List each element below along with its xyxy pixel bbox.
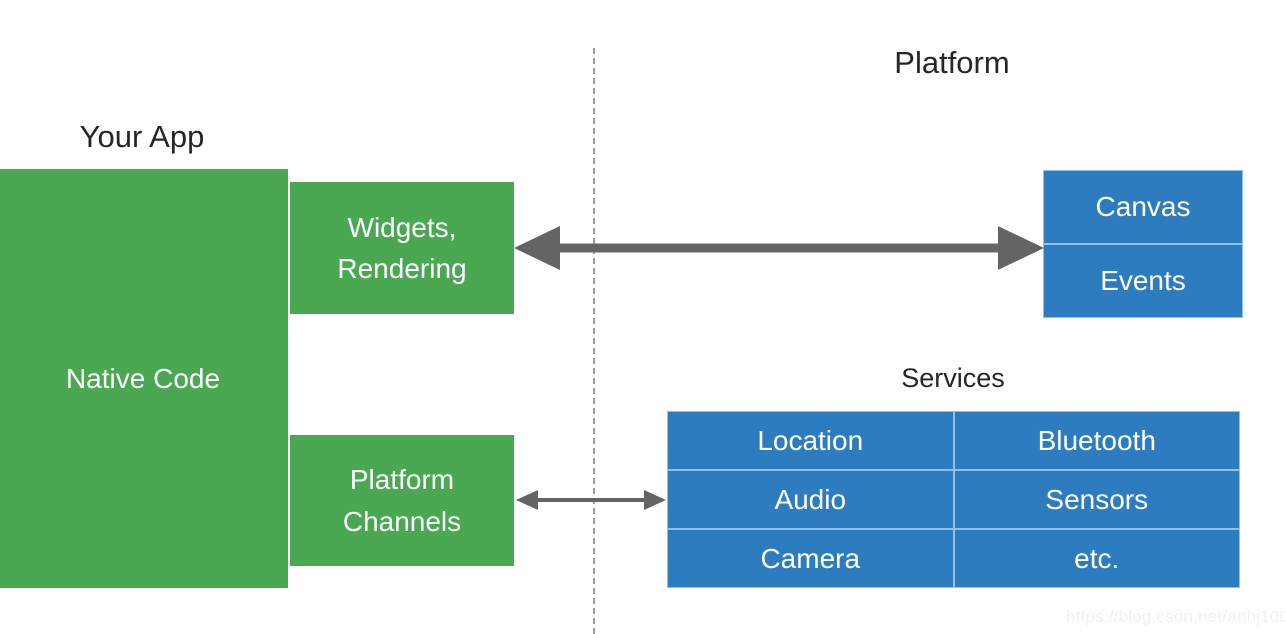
native-code-label: Native Code bbox=[65, 362, 221, 394]
service-label-sensors: Sensors bbox=[1045, 483, 1149, 515]
platform-channels-label-line2: Channels bbox=[342, 505, 462, 537]
service-label-camera: Camera bbox=[760, 542, 861, 574]
services-column-right: Bluetooth Sensors etc. bbox=[953, 411, 1240, 588]
diagram-canvas: Your App Platform Services Native Code W… bbox=[0, 0, 1286, 634]
widgets-rendering-label-line1: Widgets, bbox=[347, 211, 457, 243]
widgets-rendering-label-line2: Rendering bbox=[337, 253, 467, 284]
your-app-title: Your App bbox=[79, 119, 205, 154]
arrow-head-left bbox=[516, 490, 538, 510]
channels-to-services-arrow bbox=[516, 490, 666, 510]
services-column-left: Location Audio Camera bbox=[667, 411, 954, 588]
arrow-head-left bbox=[514, 226, 560, 270]
service-label-audio: Audio bbox=[774, 483, 847, 515]
arrow-head-right bbox=[644, 490, 666, 510]
app-platform-divider bbox=[593, 48, 595, 634]
service-cell-audio[interactable]: Audio bbox=[667, 470, 954, 529]
platform-channels-label-line1: Platform bbox=[349, 464, 455, 496]
widgets-rendering-box[interactable]: Widgets, Rendering bbox=[290, 182, 514, 314]
service-cell-etc[interactable]: etc. bbox=[953, 529, 1240, 588]
service-label-etc: etc. bbox=[1074, 542, 1120, 574]
services-title: Services bbox=[901, 363, 1005, 393]
arrow-head-right bbox=[998, 226, 1044, 270]
service-cell-sensors[interactable]: Sensors bbox=[953, 470, 1240, 529]
service-label-location: Location bbox=[757, 424, 864, 456]
service-label-bluetooth: Bluetooth bbox=[1037, 424, 1156, 456]
native-code-box[interactable]: Native Code bbox=[0, 169, 288, 588]
canvas-cell[interactable]: Canvas bbox=[1043, 170, 1243, 244]
canvas-label: Canvas bbox=[1095, 191, 1191, 223]
platform-channels-box[interactable]: Platform Channels bbox=[290, 435, 514, 566]
service-cell-camera[interactable]: Camera bbox=[667, 529, 954, 588]
platform-title: Platform bbox=[894, 45, 1010, 80]
events-label: Events bbox=[1100, 265, 1186, 297]
watermark-text: https://blog.csdn.net/anhj1001 bbox=[1066, 607, 1286, 626]
rendering-to-canvas-arrow bbox=[514, 226, 1044, 270]
events-cell[interactable]: Events bbox=[1043, 244, 1243, 318]
canvas-events-group: Canvas Events bbox=[1043, 170, 1243, 318]
services-table: Location Audio Camera Bluetooth Sensors … bbox=[667, 411, 1240, 588]
service-cell-location[interactable]: Location bbox=[667, 411, 954, 470]
service-cell-bluetooth[interactable]: Bluetooth bbox=[953, 411, 1240, 470]
